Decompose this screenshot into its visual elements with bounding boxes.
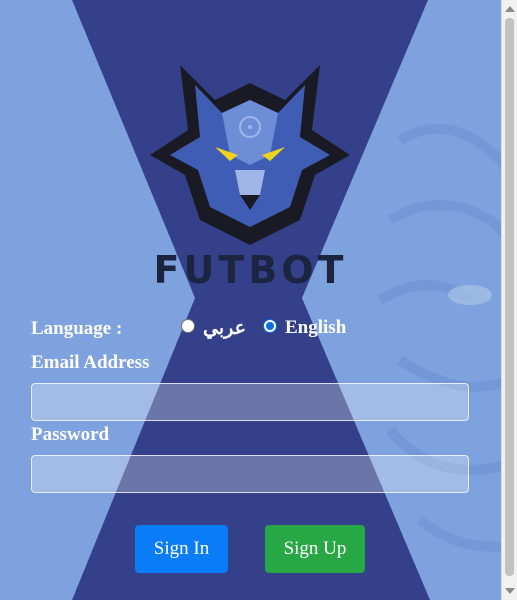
scrollbar-thumb[interactable] — [505, 18, 514, 576]
radio-arabic[interactable] — [181, 319, 195, 333]
brand-title: FUTBOT — [153, 248, 348, 292]
scroll-down-icon[interactable] — [505, 588, 515, 594]
radio-arabic-label[interactable]: عربي — [203, 317, 246, 340]
sign-in-button[interactable]: Sign In — [135, 525, 228, 573]
email-input[interactable] — [31, 383, 469, 421]
language-label: Language : — [31, 318, 123, 339]
language-selector: Language : عربي English — [31, 315, 471, 343]
radio-english[interactable] — [263, 319, 277, 333]
sign-up-button[interactable]: Sign Up — [265, 525, 365, 573]
vertical-scrollbar[interactable] — [501, 0, 517, 600]
scroll-up-icon[interactable] — [505, 6, 515, 12]
email-label: Email Address — [31, 352, 150, 373]
radio-english-label[interactable]: English — [285, 317, 346, 339]
password-label: Password — [31, 424, 110, 445]
wolf-head-icon — [150, 65, 350, 245]
password-input[interactable] — [31, 455, 469, 493]
